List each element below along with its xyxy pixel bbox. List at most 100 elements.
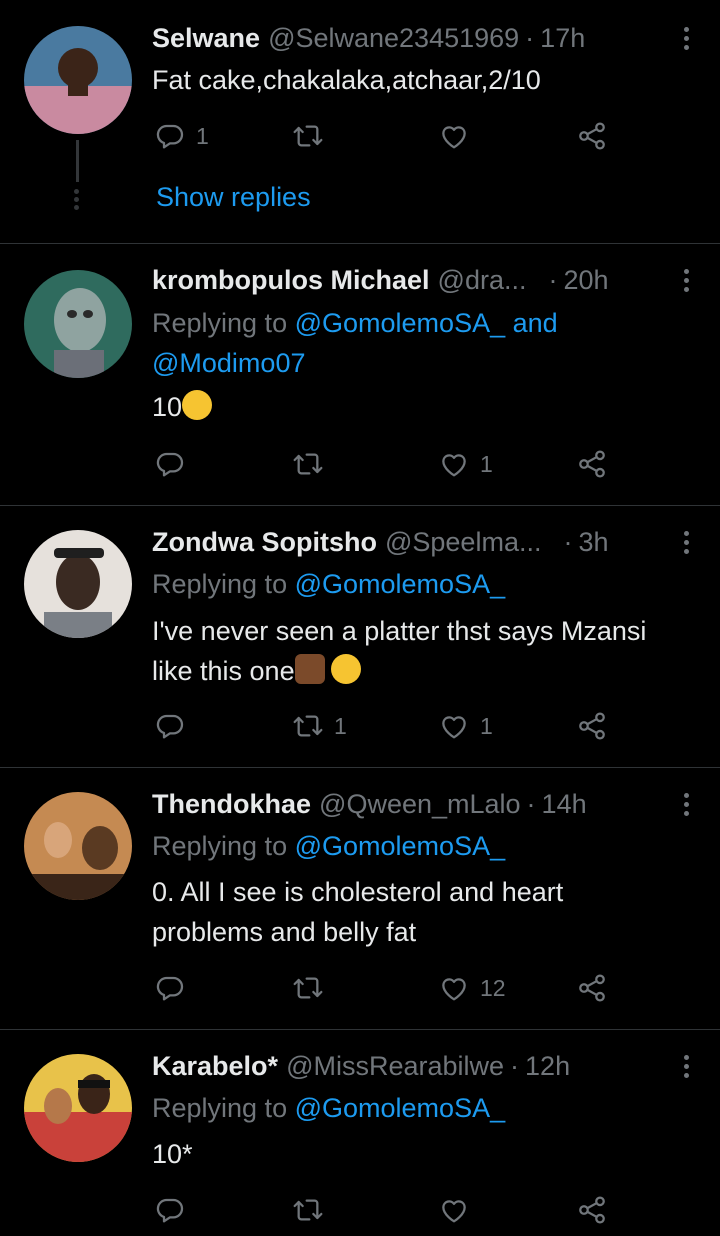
user-handle[interactable]: @dra... <box>438 265 527 296</box>
like-count: 12 <box>480 974 506 1001</box>
retweet-button[interactable] <box>292 444 324 484</box>
timestamp[interactable]: 17h <box>540 23 585 54</box>
timestamp[interactable]: 14h <box>542 789 587 820</box>
like-button[interactable]: 12 <box>438 968 506 1008</box>
avatar[interactable] <box>24 530 132 638</box>
share-icon <box>576 120 608 152</box>
share-button[interactable] <box>576 116 608 156</box>
retweet-button[interactable] <box>292 968 324 1008</box>
like-button[interactable]: 1 <box>438 444 493 484</box>
tweet-text-line-1: 0. All I see is cholesterol and heart <box>152 877 564 907</box>
user-handle[interactable]: @Speelma... <box>385 527 541 558</box>
tweet-krombopulos[interactable]: krombopulos Michael @dra... · 20h Replyi… <box>0 244 720 504</box>
display-name[interactable]: Karabelo* <box>152 1051 278 1082</box>
avatar[interactable] <box>24 1054 132 1162</box>
mention-link[interactable]: @Modimo07 <box>152 348 305 378</box>
tweet-actions: 1 <box>152 116 622 156</box>
retweet-button[interactable]: 1 <box>292 706 347 746</box>
user-handle[interactable]: @Selwane23451969 <box>268 23 519 54</box>
share-icon <box>576 448 608 480</box>
reply-icon <box>154 120 186 152</box>
replying-to: Replying to @GomolemoSA_ <box>152 1088 700 1128</box>
avatar[interactable] <box>24 270 132 378</box>
replying-to: Replying to @GomolemoSA_ and <box>152 303 700 343</box>
more-options-icon[interactable] <box>680 24 692 54</box>
timestamp[interactable]: 3h <box>578 527 608 558</box>
heart-icon <box>438 120 470 152</box>
reply-icon <box>154 1194 186 1226</box>
mention-link[interactable]: @GomolemoSA_ <box>295 308 506 338</box>
weary-face-emoji-icon <box>330 654 361 684</box>
replying-to-label: Replying to <box>152 308 288 338</box>
separator-dot: · <box>525 22 535 53</box>
reply-button[interactable] <box>154 444 186 484</box>
mention-link[interactable]: @GomolemoSA_ <box>295 1093 506 1123</box>
user-handle[interactable]: @MissRearabilwe <box>286 1051 504 1082</box>
more-options-icon[interactable] <box>680 528 692 558</box>
tweet-actions <box>152 1190 622 1230</box>
tweet-actions: 1 1 <box>152 706 622 746</box>
tweet-actions: 12 <box>152 968 622 1008</box>
reply-icon <box>154 710 186 742</box>
tweet-text: Fat cake,chakalaka,atchaar,2/10 <box>152 65 541 95</box>
retweet-button[interactable] <box>292 1190 324 1230</box>
retweet-icon <box>292 1194 324 1226</box>
more-options-icon[interactable] <box>680 1052 692 1082</box>
retweet-count: 1 <box>334 712 347 739</box>
share-icon <box>576 972 608 1004</box>
share-button[interactable] <box>576 444 608 484</box>
reply-count: 1 <box>196 122 209 149</box>
avatar[interactable] <box>24 792 132 900</box>
avatar[interactable] <box>24 26 132 134</box>
timestamp[interactable]: 20h <box>563 265 608 296</box>
raised-hands-emoji-icon <box>294 654 325 684</box>
tweet-thendokhae[interactable]: Thendokhae @Qween_mLalo · 14h Replying t… <box>0 768 720 1029</box>
retweet-icon <box>292 120 324 152</box>
reply-icon <box>154 972 186 1004</box>
mention-link[interactable]: @GomolemoSA_ <box>295 569 506 599</box>
show-replies-link[interactable]: Show replies <box>156 182 311 213</box>
timestamp[interactable]: 12h <box>525 1051 570 1082</box>
tweet-zondwa[interactable]: Zondwa Sopitsho @Speelma... · 3h Replyin… <box>0 506 720 767</box>
separator-dot: · <box>526 788 536 819</box>
tweet-text-line-2: problems and belly fat <box>152 917 417 947</box>
like-count: 1 <box>480 712 493 739</box>
display-name[interactable]: krombopulos Michael <box>152 265 430 296</box>
replying-to: Replying to @GomolemoSA_ <box>152 564 700 604</box>
display-name[interactable]: Thendokhae <box>152 789 311 820</box>
yum-emoji-icon <box>182 390 213 420</box>
more-options-icon[interactable] <box>680 266 692 296</box>
tweet-selwane[interactable]: Selwane @Selwane23451969 · 17h Fat cake,… <box>0 0 720 243</box>
reply-button[interactable]: 1 <box>154 116 209 156</box>
reply-button[interactable] <box>154 706 186 746</box>
heart-icon <box>438 448 470 480</box>
display-name[interactable]: Zondwa Sopitsho <box>152 527 377 558</box>
like-button[interactable] <box>438 116 470 156</box>
user-handle[interactable]: @Qween_mLalo <box>319 789 521 820</box>
retweet-icon <box>292 972 324 1004</box>
tweet-text-line-2: like this one <box>152 651 700 691</box>
like-count: 1 <box>480 450 493 477</box>
thread-dots <box>74 186 80 213</box>
share-button[interactable] <box>576 706 608 746</box>
share-button[interactable] <box>576 1190 608 1230</box>
like-button[interactable] <box>438 1190 470 1230</box>
share-icon <box>576 1194 608 1226</box>
more-options-icon[interactable] <box>680 790 692 820</box>
mention-link[interactable]: @GomolemoSA_ <box>295 831 506 861</box>
separator-dot: · <box>563 526 573 557</box>
tweet-text: 10 <box>152 387 700 427</box>
reply-button[interactable] <box>154 1190 186 1230</box>
display-name[interactable]: Selwane <box>152 23 260 54</box>
separator-dot: · <box>548 264 558 295</box>
retweet-icon <box>292 710 324 742</box>
tweet-text-line-1: I've never seen a platter thst says Mzan… <box>152 616 647 646</box>
retweet-button[interactable] <box>292 116 324 156</box>
tweet-karabelo[interactable]: Karabelo* @MissRearabilwe · 12h Replying… <box>0 1030 720 1236</box>
share-button[interactable] <box>576 968 608 1008</box>
replying-to: Replying to @GomolemoSA_ <box>152 826 700 866</box>
like-button[interactable]: 1 <box>438 706 493 746</box>
replying-and[interactable]: and <box>513 308 558 338</box>
reply-button[interactable] <box>154 968 186 1008</box>
separator-dot: · <box>510 1050 520 1081</box>
